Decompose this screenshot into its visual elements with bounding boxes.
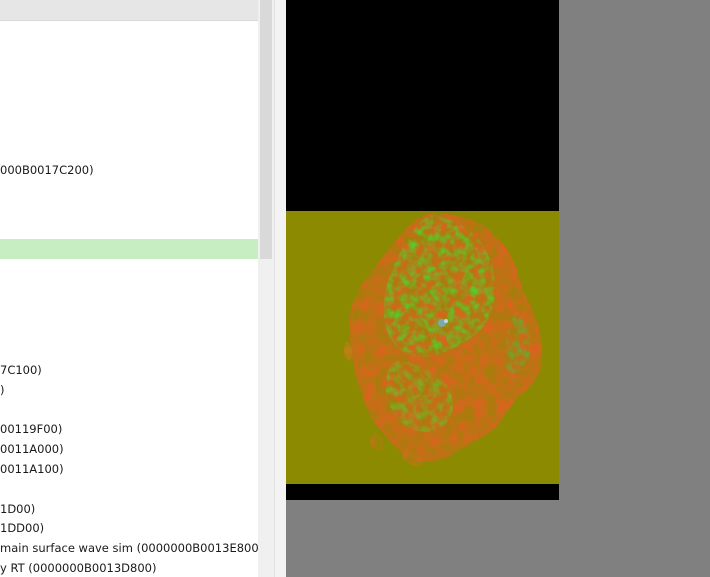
tree-row-label: 1DD00) [0,521,45,535]
resource-tree-panel: 000B0017C200) 7C100) ) 00119F00) 0011A00… [0,0,258,577]
tree-row[interactable]: ) [0,380,258,400]
tree-row-label: ) [0,383,5,397]
tree-row-label: 000B0017C200) [0,163,94,177]
tree-header [0,0,258,21]
tree-row[interactable]: main surface wave sim (0000000B0013E800) [0,538,258,558]
tree-row-label: 00119F00) [0,422,63,436]
tree-row[interactable]: 0011A000) [0,439,258,459]
tree-row[interactable]: 000B0017C200) [0,160,258,180]
tree-row-label: 7C100) [0,363,42,377]
texture-viewer[interactable] [286,0,710,577]
tree-row-selected[interactable] [0,239,258,259]
tree-row-label: 0011A000) [0,442,64,456]
tree-row[interactable]: 0011A100) [0,459,258,479]
tree-vertical-scrollbar[interactable] [258,0,274,577]
scrollbar-thumb[interactable] [260,0,272,259]
app-window: 000B0017C200) 7C100) ) 00119F00) 0011A00… [0,0,710,577]
tree-row-label: 1D00) [0,502,36,516]
tree-row-label: y RT (0000000B0013D800) [0,561,157,575]
tree-row[interactable]: 00119F00) [0,419,258,439]
tree-row[interactable]: 1D00) [0,499,258,519]
tree-row[interactable]: 1DD00) [0,518,258,538]
tree-row-label: main surface wave sim (0000000B0013E800) [0,541,258,555]
tree-row-label: 0011A100) [0,462,64,476]
texture-visible-region [286,211,559,484]
heightmap-texture-icon [343,213,543,466]
texture-image [286,0,559,500]
tree-row[interactable]: y RT (0000000B0013D800) [0,558,258,577]
tree-row[interactable]: 7C100) [0,360,258,380]
